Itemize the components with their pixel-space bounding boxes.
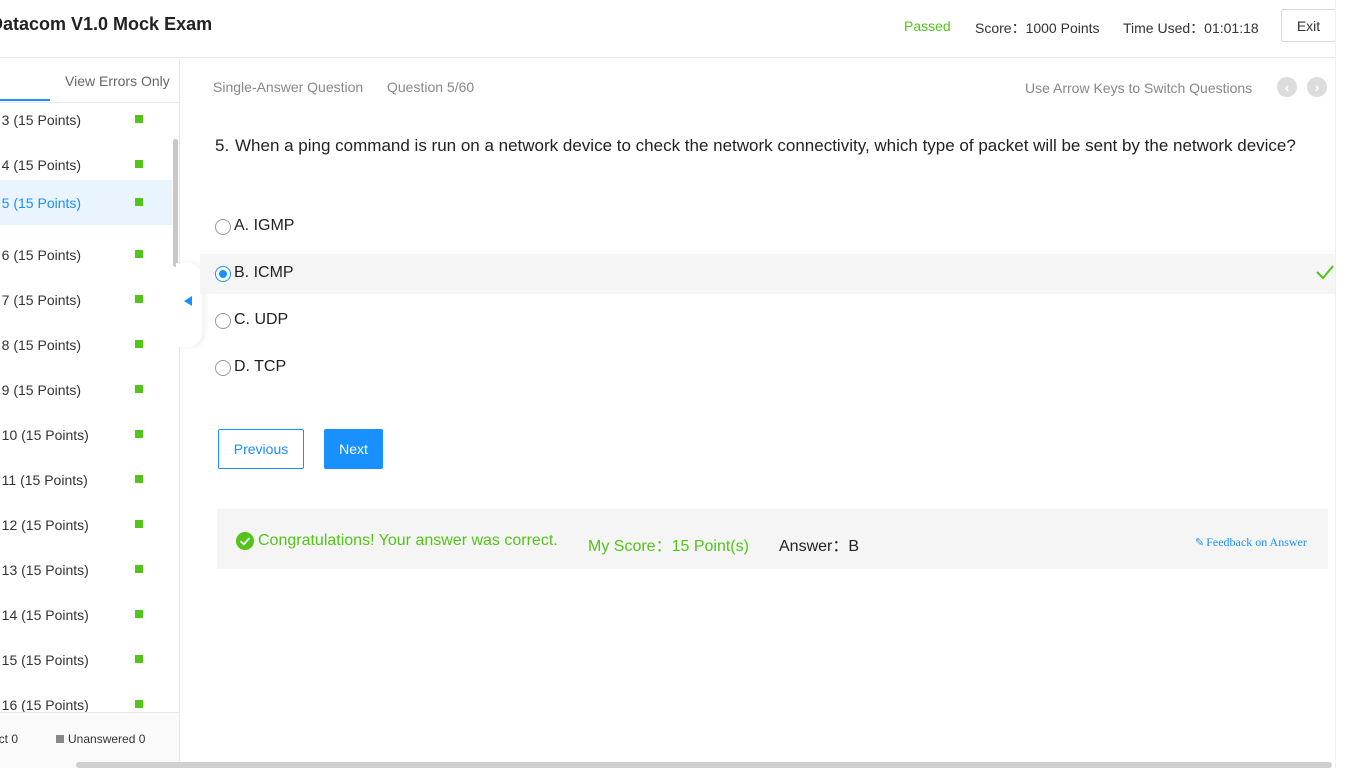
arrow-keys-hint: Use Arrow Keys to Switch Questions [1025,80,1253,96]
list-item-label: n 9 (15 Points) [0,381,82,398]
page-scrollbar-track[interactable] [1335,0,1366,768]
option-d[interactable]: D. TCP [200,348,1340,388]
option-a[interactable]: A. IGMP [200,207,1340,247]
legend-unanswered: Unanswered 0 [56,732,145,746]
option-b[interactable]: B. ICMP [200,254,1340,294]
total-score: Score：1000 Points [975,20,1100,36]
my-score: My Score：15 Point(s) [588,538,749,555]
answered-indicator [135,655,143,663]
list-item-label: n 12 (15 Points) [0,516,89,533]
sidebar-item-q11[interactable]: n 11 (15 Points) [0,457,172,502]
sidebar-item-q6[interactable]: n 6 (15 Points) [0,232,172,277]
radio-button[interactable] [215,313,231,329]
list-item-label: n 11 (15 Points) [0,471,88,488]
question-position: Question 5/60 [387,79,475,95]
feedback-label: Feedback on Answer [1206,535,1307,549]
horizontal-scrollbar[interactable] [76,762,1332,768]
sidebar-item-q12[interactable]: n 12 (15 Points) [0,502,172,547]
option-label: D. TCP [234,358,287,375]
caret-left-icon [184,296,192,306]
list-item-label: n 5 (15 Points) [0,194,82,211]
sidebar-item-q3[interactable]: n 3 (15 Points) [0,97,172,142]
legend-unanswered-label: Unanswered 0 [68,732,146,746]
answered-indicator [135,295,143,303]
question-number: 5. [215,136,230,155]
radio-button[interactable] [215,219,231,235]
question-sidebar: View Errors Only n 3 (15 Points) n 4 (15… [0,59,180,768]
sidebar-item-q13[interactable]: n 13 (15 Points) [0,547,172,592]
list-item-label: n 13 (15 Points) [0,561,89,578]
chevron-right-icon[interactable]: › [1307,77,1327,97]
exit-button[interactable]: Exit [1281,9,1336,42]
check-icon [1316,265,1334,280]
time-used: Time Used：01:01:18 [1123,20,1259,36]
list-item-label: n 7 (15 Points) [0,291,82,308]
sidebar-item-q15[interactable]: n 15 (15 Points) [0,637,172,682]
sidebar-item-q5[interactable]: n 5 (15 Points) [0,180,172,225]
answered-indicator [135,115,143,123]
previous-button[interactable]: Previous [218,429,304,469]
list-item-label: n 6 (15 Points) [0,246,82,263]
legend: ect 0 Unanswered 0 [0,712,179,768]
pen-icon: ✎ [1195,537,1205,549]
status-badge: Passed [904,18,951,34]
option-label: C. UDP [234,311,289,328]
sidebar-item-q10[interactable]: n 10 (15 Points) [0,412,172,457]
answered-indicator [135,340,143,348]
question-text-block: 5. When a ping command is run on a netwo… [215,131,1315,160]
correct-answer: Answer：B [779,538,860,555]
sidebar-collapse-toggle[interactable] [176,263,202,347]
result-panel: Congratulations! Your answer was correct… [217,509,1328,569]
list-item-label: n 4 (15 Points) [0,156,82,173]
answered-indicator [135,385,143,393]
sidebar-scrollbar[interactable] [173,139,178,267]
list-item-label: n 10 (15 Points) [0,426,89,443]
list-item-label: n 8 (15 Points) [0,336,82,353]
sidebar-item-q7[interactable]: n 7 (15 Points) [0,277,172,322]
list-item-label: n 3 (15 Points) [0,111,82,128]
sidebar-item-q14[interactable]: n 14 (15 Points) [0,592,172,637]
check-circle-icon [236,532,254,550]
radio-button[interactable] [215,360,231,376]
option-label: A. IGMP [234,217,295,234]
list-item-label: n 15 (15 Points) [0,651,89,668]
option-c[interactable]: C. UDP [200,301,1340,341]
answered-indicator [135,250,143,258]
chevron-left-icon[interactable]: ‹ [1277,77,1297,97]
answered-indicator [135,160,143,168]
legend-correct: ect 0 [0,732,19,746]
answered-indicator [135,198,143,206]
answered-indicator [135,520,143,528]
answered-indicator [135,565,143,573]
answered-indicator [135,430,143,438]
option-label: B. ICMP [234,264,294,281]
list-item-label: n 14 (15 Points) [0,606,89,623]
answered-indicator [135,610,143,618]
next-button[interactable]: Next [324,429,383,469]
sidebar-item-q9[interactable]: n 9 (15 Points) [0,367,172,412]
radio-button[interactable] [215,266,231,282]
sidebar-item-q8[interactable]: n 8 (15 Points) [0,322,172,367]
exam-title: Datacom V1.0 Mock Exam [0,14,213,34]
unanswered-swatch [56,735,64,743]
list-item-label: n 16 (15 Points) [0,696,89,713]
answered-indicator [135,475,143,483]
question-type: Single-Answer Question [213,79,364,95]
exam-page: Datacom V1.0 Mock Exam Passed Score：1000… [0,0,1366,768]
header: Datacom V1.0 Mock Exam Passed Score：1000… [0,0,1366,58]
answered-indicator [135,700,143,708]
question-text: When a ping command is run on a network … [235,136,1296,155]
result-message: Congratulations! Your answer was correct… [258,532,558,549]
feedback-link[interactable]: ✎ Feedback on Answer [1195,535,1307,550]
tab-view-errors[interactable]: View Errors Only [65,73,170,89]
